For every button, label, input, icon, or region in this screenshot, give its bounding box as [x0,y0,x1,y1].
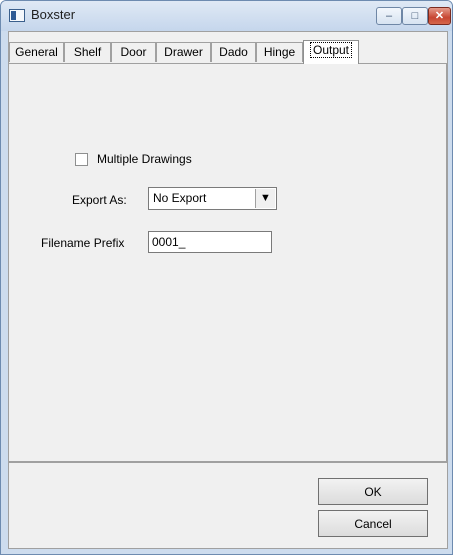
tab-door[interactable]: Door [111,42,156,62]
export-as-label: Export As: [72,193,127,207]
title-bar[interactable]: Boxster – □ ✕ [1,1,452,31]
close-button[interactable]: ✕ [428,7,451,25]
filename-prefix-field[interactable] [148,231,272,253]
tab-general[interactable]: General [9,42,64,62]
dialog-client: General Shelf Door Drawer Dado Hinge Out… [8,31,448,549]
minimize-button[interactable]: – [376,7,402,25]
multiple-drawings-label: Multiple Drawings [97,152,192,166]
filename-prefix-input[interactable] [149,232,271,252]
chevron-down-icon[interactable]: ▼ [255,189,275,208]
tab-strip: General Shelf Door Drawer Dado Hinge Out… [9,40,429,64]
dialog-window: Boxster – □ ✕ General Shelf Door Drawer … [0,0,453,555]
filename-prefix-label: Filename Prefix [41,236,125,250]
tab-hinge[interactable]: Hinge [256,42,303,62]
maximize-button[interactable]: □ [402,7,428,25]
divider [9,462,447,463]
export-as-select[interactable]: No Export ▼ [148,187,277,210]
window-title: Boxster [31,7,76,22]
export-as-value: No Export [153,191,207,205]
tab-drawer[interactable]: Drawer [156,42,211,62]
output-panel: Multiple Drawings Export As: No Export ▼… [9,63,447,462]
tab-output-label: Output [309,42,353,58]
cancel-button[interactable]: Cancel [318,510,428,537]
tab-shelf[interactable]: Shelf [64,42,111,62]
tab-dado[interactable]: Dado [211,42,256,62]
tab-output[interactable]: Output [303,40,359,64]
ok-button[interactable]: OK [318,478,428,505]
app-icon [9,9,25,22]
multiple-drawings-checkbox[interactable] [75,153,88,166]
